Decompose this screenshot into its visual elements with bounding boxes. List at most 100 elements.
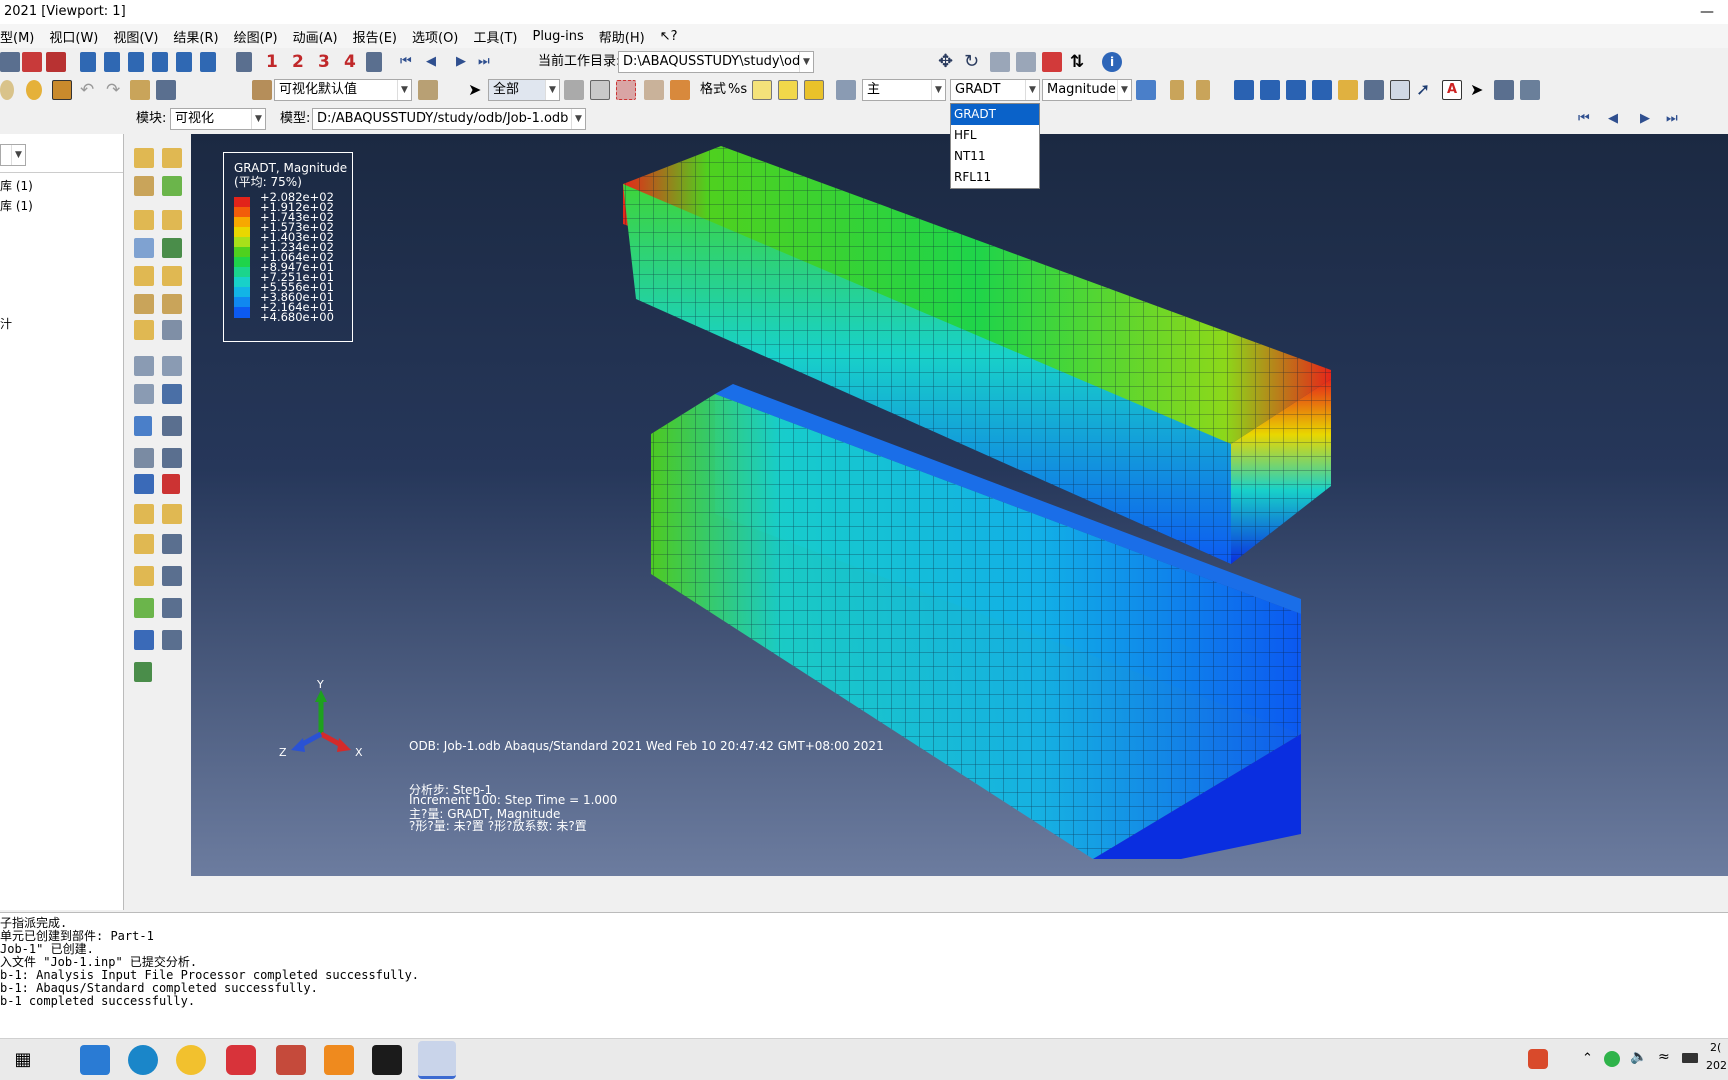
clock-date[interactable]: 202 [1706, 1059, 1727, 1072]
probe-icon[interactable] [134, 662, 152, 682]
info-icon[interactable]: i [1102, 52, 1122, 72]
sync-icon[interactable] [1136, 80, 1156, 100]
palette-icon[interactable] [252, 80, 272, 100]
select-icon[interactable] [564, 80, 584, 100]
first-frame-icon[interactable]: ⏮ [1578, 109, 1590, 129]
replace-icon[interactable] [644, 80, 664, 100]
module-combo[interactable]: 可视化 ▼ [170, 108, 266, 130]
tree-item[interactable]: 库 (1) [0, 196, 33, 216]
frame-3-button[interactable]: 3 [318, 52, 330, 72]
last-frame-icon[interactable]: ⏭ [478, 52, 490, 72]
viewport-canvas[interactable]: Y X Z GRADT, Magnitude (平均: 75%) +2.082e… [191, 134, 1728, 876]
zoom-icon[interactable] [990, 52, 1010, 72]
view-cut-manager-icon[interactable] [162, 416, 182, 436]
next-frame-icon[interactable]: ▶ [1640, 109, 1650, 129]
sogou-icon[interactable] [1528, 1049, 1548, 1069]
dropdown-option-gradt[interactable]: GRADT [951, 104, 1039, 125]
shade-icon[interactable] [670, 80, 690, 100]
mail-icon[interactable] [80, 1045, 110, 1075]
overlay-manager-icon[interactable] [162, 630, 182, 650]
manager-icon[interactable] [156, 80, 176, 100]
stairs-icon[interactable] [1196, 80, 1210, 100]
layout-4-icon[interactable] [1312, 80, 1332, 100]
free-body-manager-icon[interactable] [162, 504, 182, 524]
clock-time[interactable]: 2( [1710, 1041, 1721, 1054]
animate-time-icon[interactable] [134, 384, 154, 404]
primary-combo[interactable]: 主 ▼ [862, 79, 946, 101]
menu-options[interactable]: 选项(O) [412, 27, 469, 46]
layout-1-icon[interactable] [1234, 80, 1254, 100]
cycle-view-icon[interactable]: ⇅ [1070, 52, 1084, 72]
save-icon[interactable] [22, 52, 42, 72]
menu-plugins[interactable]: Plug-ins [532, 29, 594, 44]
result-step-icon[interactable] [836, 80, 856, 100]
cube-shaded-icon[interactable] [804, 80, 824, 100]
tree-item[interactable]: 库 (1) [0, 176, 33, 196]
symbol-plot-icon[interactable] [134, 266, 154, 286]
minimize-button[interactable]: — [1700, 0, 1714, 24]
symbol-options-icon[interactable] [162, 266, 182, 286]
next-frame-icon[interactable]: ▶ [456, 52, 466, 72]
material-orientation-icon[interactable] [134, 294, 154, 314]
auto-fit-icon[interactable] [1042, 52, 1062, 72]
frame-1-button[interactable]: 1 [266, 52, 278, 72]
menu-model[interactable]: 型(M) [0, 27, 45, 46]
dropdown-option-rfl11[interactable]: RFL11 [951, 167, 1039, 188]
model-combo[interactable]: D:/ABAQUSSTUDY/study/odb/Job-1.odb ▼ [312, 108, 586, 130]
open-icon[interactable] [46, 52, 66, 72]
print-icon[interactable] [0, 52, 20, 72]
edge-icon[interactable] [128, 1045, 158, 1075]
view-z-icon[interactable] [128, 52, 144, 72]
pointer-icon[interactable]: ➤ [1470, 80, 1483, 100]
selection-combo[interactable]: 全部 ▼ [488, 79, 560, 101]
undeformed-shape-icon[interactable] [162, 148, 182, 168]
overlay-icon[interactable] [134, 630, 154, 650]
table-icon[interactable] [1364, 80, 1384, 100]
view-cut-icon[interactable] [134, 416, 152, 436]
cube-wire-icon[interactable] [752, 80, 772, 100]
animate-harmonic-icon[interactable] [162, 356, 182, 376]
menu-viewport[interactable]: 视口(W) [49, 27, 109, 46]
abaqus-icon[interactable] [418, 1041, 456, 1079]
cube-hidden-icon[interactable] [778, 80, 798, 100]
frame-4-button[interactable]: 4 [344, 52, 356, 72]
tree-filter-combo[interactable]: ▼ [0, 144, 26, 166]
vis-defaults-combo[interactable]: 可视化默认值 ▼ [274, 79, 412, 101]
common-options-icon[interactable] [162, 320, 182, 340]
plot-both-icon[interactable] [162, 210, 182, 230]
chrome-icon[interactable] [176, 1045, 206, 1075]
pan-icon[interactable]: ✥ [938, 52, 953, 72]
invariant-combo[interactable]: Magnitude ▼ [1042, 79, 1132, 101]
contour-options-icon[interactable] [162, 176, 182, 196]
path-icon[interactable] [134, 474, 154, 494]
workdir-combo[interactable]: D:\ABAQUSSTUDY\study\odb ▼ [618, 51, 814, 73]
xy-data-icon[interactable] [134, 448, 154, 468]
menu-context-help[interactable]: ↖? [660, 29, 689, 44]
result-surface-icon[interactable] [134, 598, 154, 618]
orientation-options-icon[interactable] [162, 294, 182, 314]
layout-3-icon[interactable] [1286, 80, 1306, 100]
prev-frame-icon[interactable]: ◀ [426, 52, 436, 72]
animation-options-icon[interactable] [162, 384, 182, 404]
volume-icon[interactable]: 🔈 [1630, 1049, 1647, 1065]
xy-manager-icon[interactable] [162, 448, 182, 468]
deformed-shape-icon[interactable] [134, 148, 154, 168]
view-x-icon[interactable] [80, 52, 96, 72]
stream-icon[interactable] [134, 534, 154, 554]
menu-tools[interactable]: 工具(T) [473, 27, 528, 46]
first-frame-icon[interactable]: ⏮ [400, 52, 412, 72]
text-icon[interactable]: A [1442, 80, 1462, 100]
render-style-icon[interactable] [0, 80, 14, 100]
display-group-icon[interactable] [130, 80, 150, 100]
triad-icon[interactable] [366, 52, 382, 72]
task-view-icon[interactable]: ▦ [8, 1045, 38, 1075]
view-x-neg-icon[interactable] [104, 52, 120, 72]
undo-icon[interactable]: ↶ [80, 80, 94, 100]
prev-frame-icon[interactable]: ◀ [1608, 109, 1618, 129]
network-icon[interactable]: ≈ [1658, 1049, 1670, 1065]
free-body-icon[interactable] [134, 504, 154, 524]
display-group-manager-icon[interactable] [162, 566, 182, 586]
battery-icon[interactable] [1682, 1053, 1698, 1063]
box-select-icon[interactable] [616, 80, 636, 100]
xy-plot-icon[interactable] [162, 474, 180, 494]
